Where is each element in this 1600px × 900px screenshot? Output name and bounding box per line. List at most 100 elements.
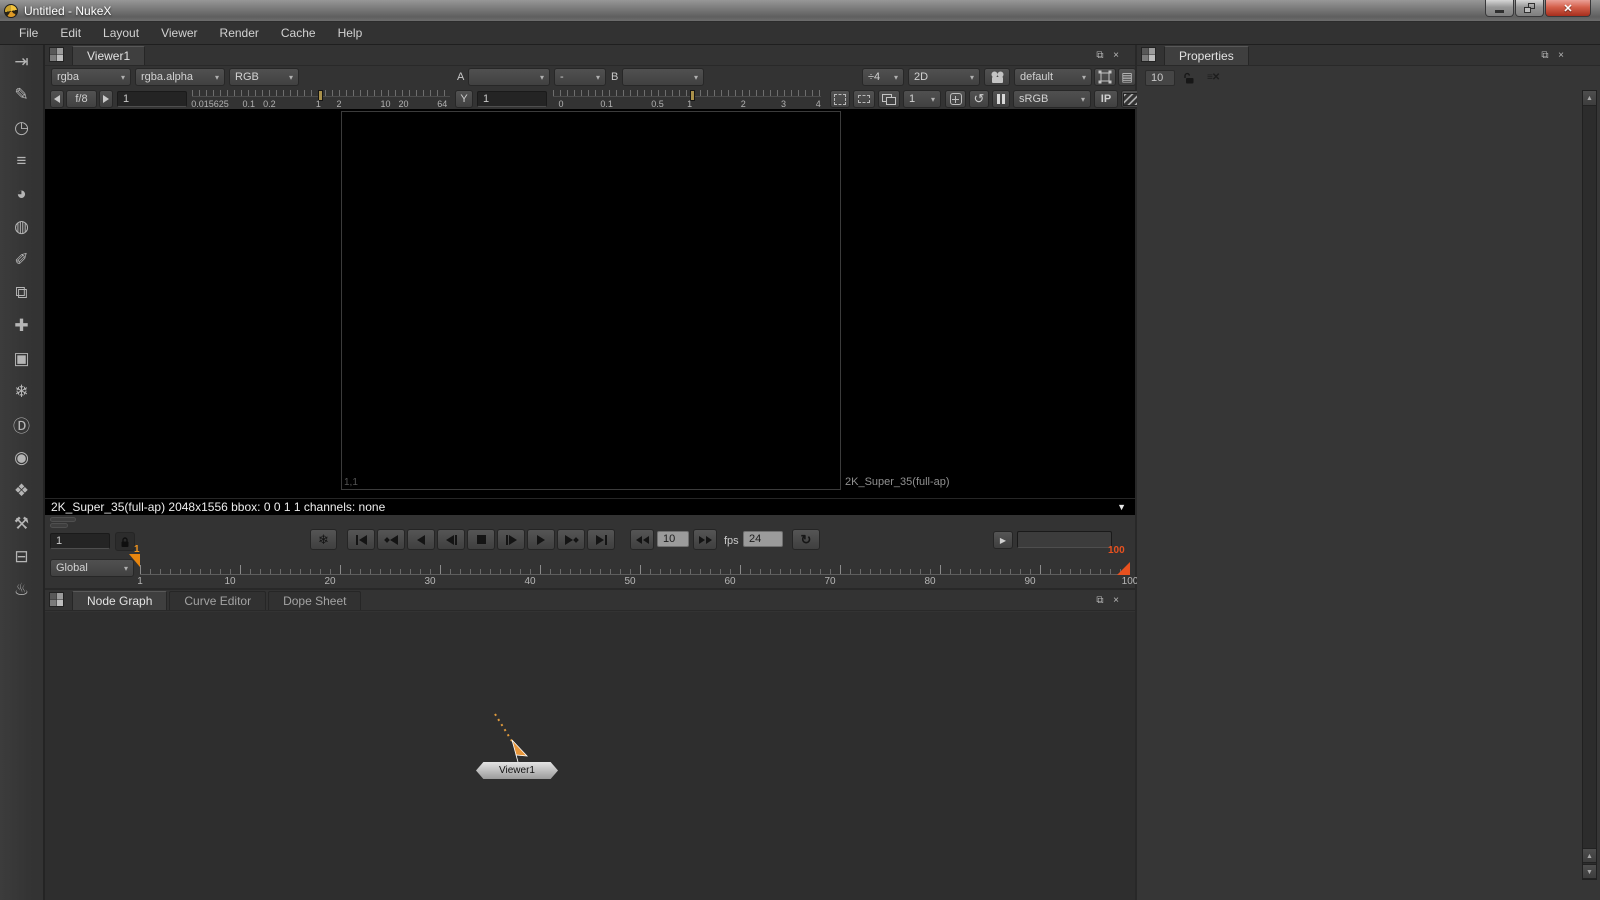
toolbar-merge-button[interactable]: ⧉ (0, 276, 43, 309)
input-process-dropdown[interactable]: 1 ▾ (903, 90, 941, 108)
restore-button[interactable] (1515, 0, 1544, 17)
gain-next-button[interactable] (99, 90, 113, 108)
step-forward-button[interactable] (497, 529, 525, 550)
tab-curve-editor[interactable]: Curve Editor (169, 591, 266, 610)
close-pane-icon[interactable]: × (1554, 49, 1568, 62)
toolbar-time-button[interactable]: ◷ (0, 111, 43, 144)
ab-blend-dropdown[interactable]: - ▾ (554, 68, 606, 86)
scroll-up-button[interactable]: ▲ (1583, 91, 1596, 106)
toolbar-other-button[interactable]: ⊟ (0, 540, 43, 573)
toolbar-toolsets-button[interactable]: ⚒ (0, 507, 43, 540)
step-back-button[interactable] (437, 529, 465, 550)
roi-button[interactable] (830, 90, 850, 108)
toolbar-deep-button[interactable]: Ⓓ (0, 408, 43, 441)
menu-edit[interactable]: Edit (49, 23, 92, 43)
gain-slider[interactable]: 0.015625 0.1 0.2 1 2 10 20 64 (192, 90, 450, 109)
toolbar-furnace-button[interactable]: ♨ (0, 573, 43, 606)
play-backward-button[interactable] (407, 529, 435, 550)
view-camera-dropdown[interactable]: default ▾ (1014, 68, 1092, 86)
toolbar-image-button[interactable]: ⇥ (0, 45, 43, 78)
toolbar-3d-button[interactable]: ▣ (0, 342, 43, 375)
toolbar-color-button[interactable]: ◕ (0, 177, 43, 210)
goto-last-frame-button[interactable] (587, 529, 615, 550)
viewer-lut-dropdown[interactable]: sRGB ▾ (1013, 90, 1091, 108)
viewer1-node[interactable]: Viewer1 (476, 762, 558, 779)
next-keyframe-button[interactable] (557, 529, 585, 550)
menu-layout[interactable]: Layout (92, 23, 150, 43)
toolbar-views-button[interactable]: ◉ (0, 441, 43, 474)
float-pane-icon[interactable]: ⧉ (1093, 49, 1107, 62)
camera-lock-button[interactable] (984, 68, 1010, 86)
splitter-grip[interactable] (50, 517, 76, 522)
menu-viewer[interactable]: Viewer (150, 23, 208, 43)
jump-forward-button[interactable] (693, 529, 717, 550)
status-dropdown-icon[interactable]: ▼ (1117, 502, 1126, 512)
stack-mode-button[interactable]: ▤ (1118, 68, 1136, 86)
toolbar-draw-button[interactable]: ✎ (0, 78, 43, 111)
gamma-input[interactable]: 1 (477, 91, 547, 107)
view-mode-dropdown[interactable]: 2D ▾ (908, 68, 980, 86)
toolbar-channel-button[interactable]: ≡ (0, 144, 43, 177)
downrez-dropdown[interactable]: ÷4 ▾ (862, 68, 904, 86)
pane-menu-icon[interactable] (49, 592, 64, 607)
play-forward-button[interactable] (527, 529, 555, 550)
close-pane-icon[interactable]: × (1109, 594, 1123, 607)
a-buffer-dropdown[interactable]: ▾ (468, 68, 550, 86)
menu-help[interactable]: Help (327, 23, 374, 43)
scroll-up-button-2[interactable]: ▲ (1583, 848, 1596, 863)
display-channel-dropdown[interactable]: RGB ▾ (229, 68, 299, 86)
splitter-grip[interactable] (50, 523, 68, 528)
pane-menu-icon[interactable] (1141, 47, 1156, 62)
tab-node-graph[interactable]: Node Graph (72, 591, 167, 610)
node-graph-canvas[interactable]: Viewer1 (45, 612, 1135, 900)
current-frame-input[interactable]: 1 (50, 533, 110, 549)
fstop-button[interactable]: f/8 (66, 90, 97, 108)
loop-mode-button[interactable]: ↻ (792, 529, 820, 550)
scroll-down-button[interactable]: ▼ (1583, 864, 1596, 879)
minimize-button[interactable] (1485, 0, 1514, 17)
flipbook-button[interactable]: ❄ (310, 529, 337, 550)
toolbar-keyer-button[interactable]: ✐ (0, 243, 43, 276)
tab-viewer1[interactable]: Viewer1 (72, 46, 145, 65)
close-pane-icon[interactable]: × (1109, 49, 1123, 62)
mask-overlay-button[interactable] (1094, 68, 1116, 86)
menu-file[interactable]: File (8, 23, 49, 43)
menu-cache[interactable]: Cache (270, 23, 327, 43)
pause-button[interactable] (992, 90, 1010, 108)
float-pane-icon[interactable]: ⧉ (1093, 594, 1107, 607)
lock-range-button[interactable] (115, 532, 135, 551)
toolbar-filter-button[interactable]: ◍ (0, 210, 43, 243)
properties-scrollbar[interactable]: ▲ ▲ ▼ (1582, 90, 1597, 880)
prev-keyframe-button[interactable] (377, 529, 405, 550)
jump-back-button[interactable] (630, 529, 654, 550)
render-flipbook-button[interactable]: ▶ (993, 531, 1013, 549)
playhead-marker[interactable] (129, 554, 140, 567)
frame-range-dropdown[interactable]: Global ▾ (50, 559, 134, 577)
goto-first-frame-button[interactable] (347, 529, 375, 550)
guides-button[interactable] (945, 90, 966, 108)
viewer-canvas[interactable]: 1,1 2K_Super_35(full-ap) (45, 109, 1135, 498)
monitor-out-button[interactable] (878, 90, 900, 108)
layer-dropdown[interactable]: rgba ▾ (51, 68, 131, 86)
gain-prev-button[interactable] (50, 90, 64, 108)
b-buffer-dropdown[interactable]: ▾ (622, 68, 704, 86)
fps-input[interactable]: 24 (743, 531, 783, 547)
tab-dope-sheet[interactable]: Dope Sheet (268, 591, 361, 610)
tab-properties[interactable]: Properties (1164, 46, 1249, 65)
gamma-slider[interactable]: 0 0.1 0.5 1 2 3 4 (553, 90, 821, 109)
gain-input[interactable]: 1 (117, 91, 187, 107)
close-all-panels-button[interactable]: ≡✕ (1207, 72, 1219, 83)
unlock-panels-button[interactable] (1183, 72, 1196, 85)
toolbar-metadata-button[interactable]: ❖ (0, 474, 43, 507)
frame-increment-input[interactable]: 10 (657, 531, 689, 547)
toolbar-transform-button[interactable]: ✚ (0, 309, 43, 342)
stop-button[interactable] (467, 529, 495, 550)
input-process-button[interactable]: IP (1094, 90, 1118, 108)
gamma-toggle-button[interactable]: Y (455, 90, 473, 108)
menu-render[interactable]: Render (209, 23, 270, 43)
timeline-track[interactable] (140, 562, 1130, 575)
proxy-toggle-button[interactable] (853, 90, 875, 108)
float-pane-icon[interactable]: ⧉ (1538, 49, 1552, 62)
range-end-marker[interactable] (1117, 562, 1130, 575)
refresh-button[interactable]: ↺ (969, 90, 989, 108)
